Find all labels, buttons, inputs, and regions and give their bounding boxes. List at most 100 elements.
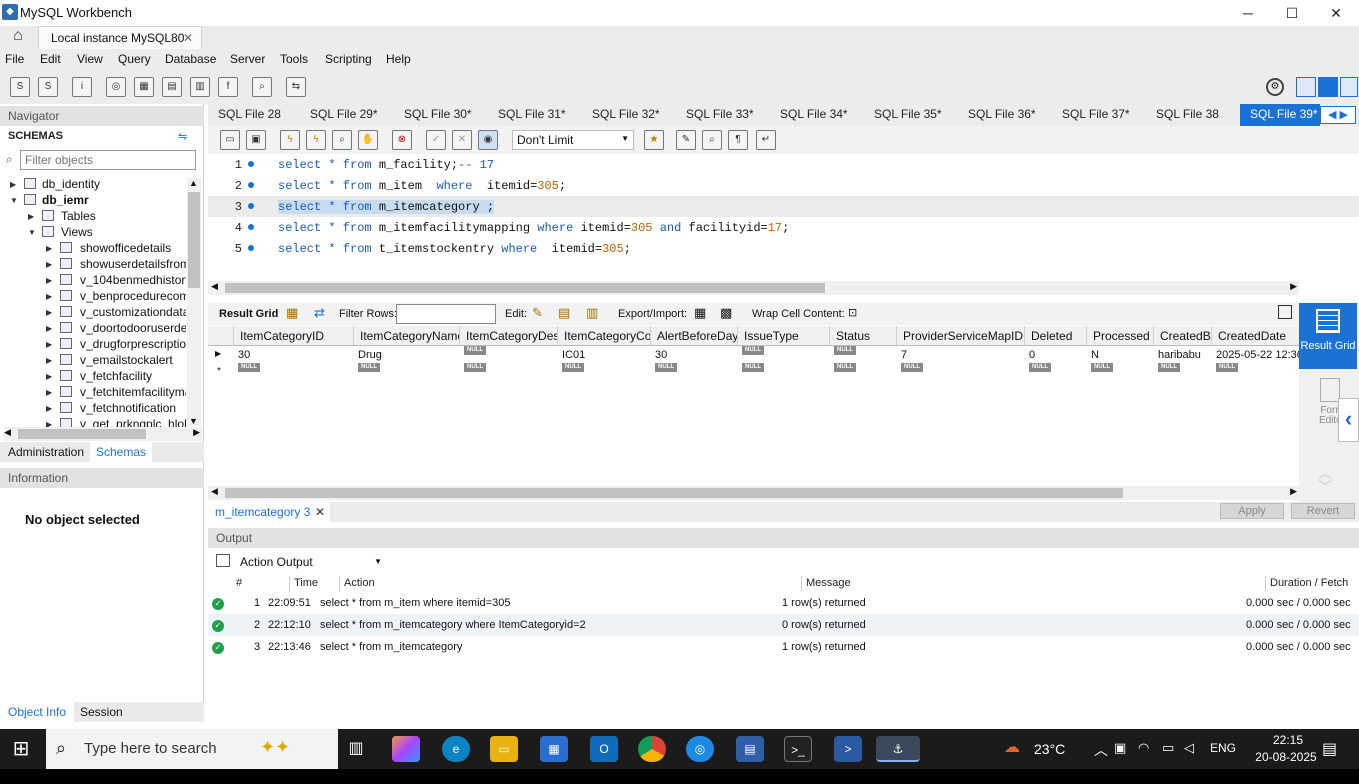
battery-icon[interactable]: ▭ [1162, 740, 1174, 756]
view-item[interactable]: v_doortodooruserde [80, 321, 186, 335]
refresh-schemas-icon[interactable]: ⇋ [178, 130, 187, 143]
view-item[interactable]: v_customizationdata [80, 305, 186, 319]
null-badge[interactable]: NULL [1158, 363, 1180, 372]
grid-cell[interactable]: 0 [1029, 349, 1035, 361]
word-pad-icon[interactable]: ▤ [736, 736, 764, 762]
null-badge[interactable]: NULL [562, 363, 584, 372]
filter-rows-input[interactable] [396, 304, 496, 324]
expand-arrow-icon[interactable]: ▶ [46, 324, 52, 333]
output-column-header[interactable]: Message [802, 576, 1266, 592]
beautify-icon[interactable]: ✎ [676, 130, 696, 150]
limit-rows-select[interactable]: Don't Limit ▼ [512, 130, 634, 150]
file-explorer-icon[interactable]: ▭ [490, 736, 518, 762]
toggle-output-icon[interactable] [1318, 77, 1338, 97]
output-row[interactable]: ✓ 3 22:13:46 select * from m_itemcategory 1 … [208, 636, 1359, 658]
view-item[interactable]: v_fetchitemfacilityma [80, 385, 186, 399]
null-badge[interactable]: NULL [742, 363, 764, 372]
expand-arrow-icon[interactable]: ▶ [28, 212, 34, 221]
null-badge[interactable]: NULL [742, 346, 764, 355]
new-sql-tab-icon[interactable]: S [10, 77, 30, 97]
filter-objects-input[interactable] [20, 150, 196, 170]
stop-icon[interactable]: ✋ [358, 130, 378, 150]
output-column-header[interactable]: Action [340, 576, 802, 592]
execute-icon[interactable]: ϟ [280, 130, 300, 150]
create-function-icon[interactable]: f [218, 77, 238, 97]
sql-tab[interactable]: SQL File 28 [208, 104, 302, 126]
sql-tab[interactable]: SQL File 37* [1052, 104, 1146, 126]
mysql-workbench-taskbar-icon[interactable]: ⚓ [876, 736, 920, 762]
chrome-icon[interactable] [638, 736, 666, 762]
view-item[interactable]: showofficedetails [80, 241, 186, 255]
powershell-icon[interactable]: > [834, 736, 862, 762]
view-item[interactable]: v_fetchnotification [80, 401, 186, 415]
result-grid-button[interactable]: Result Grid [1299, 303, 1357, 369]
find-icon[interactable]: ⌕ [702, 130, 722, 150]
outlook-icon[interactable]: O [590, 736, 618, 762]
column-header[interactable]: IssueType [738, 326, 830, 346]
open-file-icon[interactable]: ▭ [220, 130, 240, 150]
create-view-icon[interactable]: ▤ [162, 77, 182, 97]
expand-arrow-icon[interactable]: ▶ [46, 276, 52, 285]
navigator-horizontal-scrollbar[interactable]: ◀ ▶ [4, 427, 202, 441]
expand-arrow-icon[interactable]: ▶ [46, 340, 52, 349]
grid-cell[interactable]: Drug [358, 349, 382, 361]
menu-scripting[interactable]: Scripting [325, 52, 372, 66]
menu-view[interactable]: View [77, 52, 103, 66]
editor-horizontal-scrollbar[interactable]: ◀ ▶ [208, 281, 1299, 295]
null-badge[interactable]: NULL [834, 346, 856, 355]
delete-row-icon[interactable]: ▥ [586, 305, 598, 321]
view-item[interactable]: v_benprocedurecom [80, 289, 186, 303]
collapse-side-panel-icon[interactable]: ‹ [1338, 398, 1359, 442]
windows-start-icon[interactable]: ⊞ [8, 737, 34, 761]
output-column-header[interactable]: Duration / Fetch [1266, 576, 1359, 592]
execute-current-icon[interactable]: ϟ [306, 130, 326, 150]
expand-arrow-icon[interactable]: ▶ [46, 356, 52, 365]
instance-tab[interactable]: Local instance MySQL80 ✕ [38, 26, 202, 49]
refresh-icon[interactable]: ⇄ [314, 305, 325, 321]
null-badge[interactable]: NULL [238, 363, 260, 372]
null-badge[interactable]: NULL [464, 363, 486, 372]
task-view-icon[interactable]: ▥ [342, 736, 370, 762]
invisible-chars-icon[interactable]: ¶ [728, 130, 748, 150]
explain-icon[interactable]: ⌕ [332, 130, 352, 150]
editor-line[interactable]: 5 select * from t_itemstockentry where it… [208, 238, 1359, 259]
ms-store-icon[interactable]: ▦ [540, 736, 568, 762]
tab-session[interactable]: Session [80, 705, 123, 719]
expand-arrow-icon[interactable]: ▶ [46, 292, 52, 301]
copilot-icon[interactable] [392, 736, 420, 762]
sql-tab[interactable]: SQL File 32* [582, 104, 676, 126]
sql-tab[interactable]: SQL File 29* [300, 104, 394, 126]
menu-tools[interactable]: Tools [280, 52, 308, 66]
grid-cell[interactable]: 30 [238, 349, 250, 361]
sql-tab[interactable]: SQL File 33* [676, 104, 770, 126]
sql-tab[interactable]: SQL File 35* [864, 104, 958, 126]
editor-line[interactable]: 4 select * from m_itemfacilitymapping whe… [208, 217, 1359, 238]
maximize-button[interactable]: ☐ [1269, 0, 1315, 26]
clock-time[interactable]: 22:15 [1258, 733, 1318, 747]
null-badge[interactable]: NULL [1216, 363, 1238, 372]
revert-button[interactable]: Revert [1291, 503, 1355, 519]
terminal-icon[interactable]: >_ [784, 736, 812, 762]
tab-scroll-arrows-icon[interactable]: ◀ ▶ [1320, 106, 1356, 124]
output-row[interactable]: ✓ 1 22:09:51 select * from m_item where ite… [208, 592, 1359, 614]
edit-row-icon[interactable]: ✎ [532, 305, 543, 321]
expand-arrow-icon[interactable]: ▶ [10, 180, 16, 189]
sql-tab[interactable]: SQL File 30* [394, 104, 488, 126]
reconnect-icon[interactable]: ⇆ [286, 77, 306, 97]
null-badge[interactable]: NULL [1029, 363, 1051, 372]
expand-arrow-icon[interactable]: ▶ [46, 308, 52, 317]
output-column-header[interactable]: Time [290, 576, 340, 592]
insert-row-icon[interactable]: ▤ [558, 305, 570, 321]
copy-output-icon[interactable] [216, 554, 230, 567]
output-column-header[interactable]: # [232, 576, 290, 592]
view-item[interactable]: v_emailstockalert [80, 353, 186, 367]
navigator-vertical-scrollbar[interactable]: ▲ ▼ [187, 178, 201, 426]
tab-administration[interactable]: Administration [8, 445, 84, 459]
grid-cell[interactable]: N [1091, 349, 1099, 361]
commit-icon[interactable]: ✓ [426, 130, 446, 150]
grid-cell[interactable]: 30 [655, 349, 667, 361]
weather-icon[interactable]: ☁ [1004, 737, 1020, 757]
null-badge[interactable]: NULL [834, 363, 856, 372]
save-icon[interactable]: ▣ [246, 130, 266, 150]
menu-query[interactable]: Query [118, 52, 151, 66]
